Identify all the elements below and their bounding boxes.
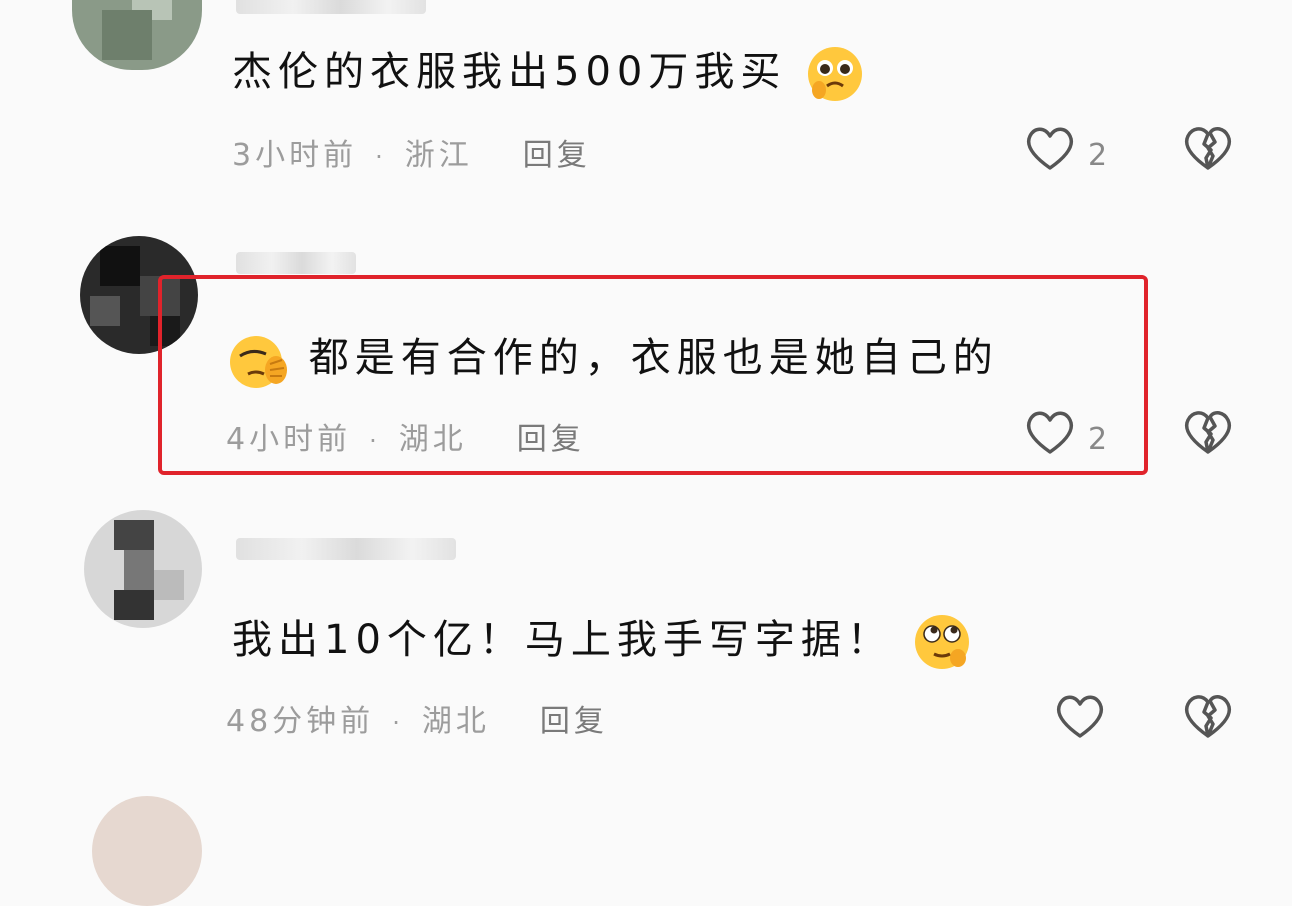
comment-text: 杰伦的衣服我出500万我买 [232, 44, 865, 104]
username-blurred[interactable] [236, 252, 356, 274]
like-count: 2 [1088, 422, 1108, 457]
avatar[interactable] [84, 510, 202, 628]
comment-time: 3小时前 [232, 138, 358, 173]
comment-text: 我出10个亿！马上我手写字据！ [232, 612, 974, 672]
heart-icon[interactable] [1022, 404, 1078, 460]
like-count: 2 [1088, 138, 1108, 173]
broken-heart-icon[interactable] [1180, 120, 1236, 176]
comment-time: 4小时前 [226, 422, 352, 457]
username-blurred[interactable] [236, 538, 456, 560]
comment-meta: 4小时前 · 湖北 回复 [226, 422, 585, 459]
heart-icon[interactable] [1052, 688, 1108, 744]
reply-button[interactable]: 回复 [523, 138, 591, 173]
avatar[interactable] [72, 0, 202, 70]
username-blurred[interactable] [236, 0, 426, 14]
avatar[interactable] [92, 796, 202, 906]
comment-location: 湖北 [421, 704, 490, 739]
separator-dot: · [369, 427, 381, 455]
separator-dot: · [375, 143, 387, 171]
separator-dot: · [392, 709, 404, 737]
pleading-face-icon [808, 47, 863, 101]
rolling-eyes-face-icon [914, 615, 969, 669]
comment-meta: 48分钟前 · 湖北 回复 [226, 704, 608, 741]
reply-button[interactable]: 回复 [517, 422, 585, 457]
broken-heart-icon[interactable] [1180, 688, 1236, 744]
comment-location: 浙江 [404, 138, 473, 173]
facepalm-face-icon [230, 336, 287, 388]
comment-location: 湖北 [398, 422, 467, 457]
comment-text: 都是有合作的，衣服也是她自己的 [226, 330, 999, 390]
heart-icon[interactable] [1022, 120, 1078, 176]
comment-meta: 3小时前 · 浙江 回复 [232, 138, 591, 175]
comment-time: 48分钟前 [226, 704, 375, 739]
broken-heart-icon[interactable] [1180, 404, 1236, 460]
reply-button[interactable]: 回复 [540, 704, 608, 739]
